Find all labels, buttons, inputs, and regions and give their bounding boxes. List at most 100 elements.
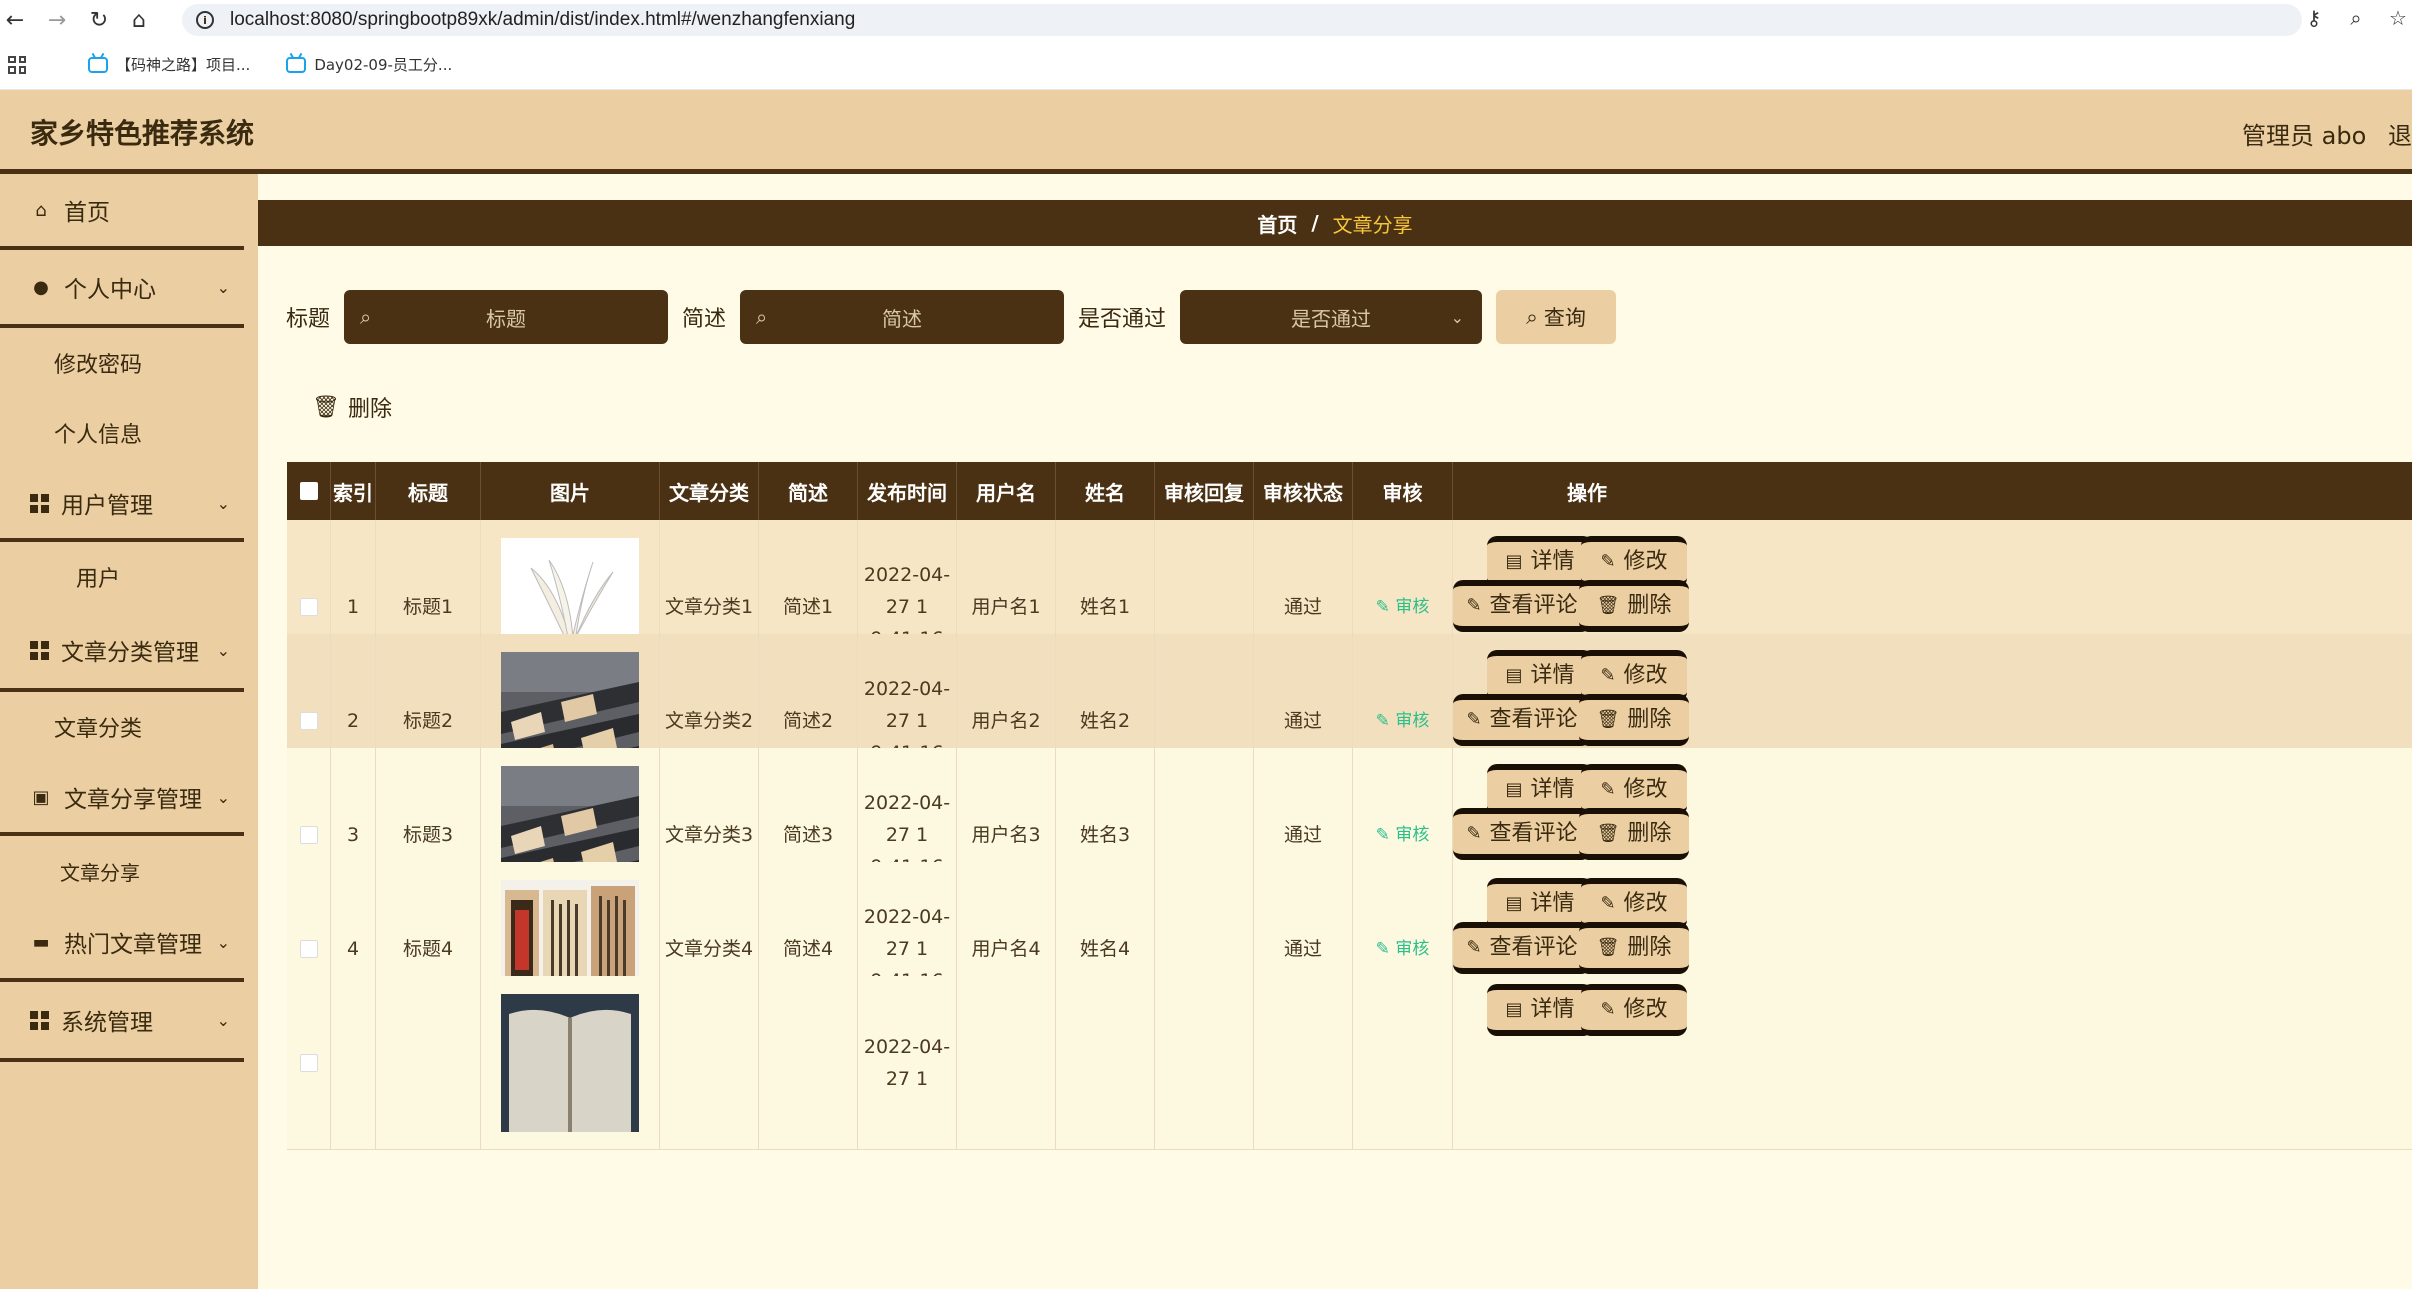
delete-button[interactable]: 🗑 删除 [1579,808,1689,860]
row-checkbox[interactable] [299,826,318,844]
cell-text: 简述3 [782,824,834,846]
sidebar-item-label: 首页 [64,200,110,226]
bookmark-item[interactable]: Day02-09-员工分... [286,54,452,75]
cell-text: 4 [346,938,360,960]
cell-text: 姓名3 [1079,824,1131,846]
audit-link[interactable]: ✎ 审核 [1376,705,1430,737]
chevron-down-icon: ⌄ [216,1010,230,1030]
forward-icon[interactable]: → [42,5,72,35]
cell-name [1056,976,1155,1150]
sidebar-item-share-mgmt[interactable]: ▣ 文章分享管理 ⌄ [0,762,244,836]
edit-icon: ✎ [1600,551,1616,572]
bookmark-star-icon[interactable]: ☆ [2384,6,2412,30]
cell-text: 通过 [1283,710,1322,732]
query-button-label: 查询 [1543,306,1586,330]
select-all-checkbox[interactable] [299,482,318,500]
column-header: 姓名 [1056,462,1155,520]
edit-icon: ✎ [1600,893,1616,914]
breadcrumb-home[interactable]: 首页 [1257,209,1297,238]
row-checkbox[interactable] [299,712,318,730]
trash-icon: 🗑 [312,394,340,420]
column-header: 发布时间 [858,462,957,520]
column-header: 图片 [481,462,660,520]
audit-link[interactable]: ✎ 审核 [1376,819,1430,851]
reload-icon[interactable]: ↻ [84,5,114,35]
delete-button[interactable]: 🗑 删除 [1579,580,1689,632]
row-checkbox[interactable] [299,598,318,616]
sidebar-item-share[interactable]: 文章分享 [0,836,258,906]
batch-delete-label: 删除 [347,397,392,422]
cell-operations: ▤ 详情 ✎ 修改 [1453,976,1721,1150]
monitor-icon: ▬ [32,931,50,953]
op-label: 详情 [1530,549,1575,574]
query-button[interactable]: ⌕ 查询 [1496,290,1617,344]
sidebar-item-label: 热门文章管理 [64,932,202,958]
batch-delete-button[interactable]: 🗑 删除 [312,384,392,430]
home-icon[interactable]: ⌂ [124,5,154,35]
op-label: 详情 [1530,777,1575,802]
cell-text: 文章分类4 [664,938,754,960]
pass-placeholder: 是否通过 [1291,306,1372,331]
apps-grid-icon[interactable] [8,55,26,74]
row-checkbox[interactable] [299,940,318,958]
time-line: 2022-04-27 1 [863,1036,951,1090]
logout-link[interactable]: 退 [2388,116,2412,151]
delete-button[interactable]: 🗑 删除 [1579,694,1689,746]
cell-publish-time: 2022-04-27 1 [858,976,957,1150]
main-content: 首页 / 文章分享 标题 ⌕ 标题 简述 ⌕ 简述 是否通过 是否通过 ⌄ ⌕ … [258,174,2412,1289]
view-comments-button[interactable]: ✎ 查看评论 [1453,694,1591,746]
cell-text: 标题3 [402,824,454,846]
password-key-icon[interactable]: ⚷ [2300,6,2328,30]
search-icon: ⌕ [1526,304,1538,329]
sidebar-item-home[interactable]: ⌂ 首页 [0,174,244,250]
cell-text: 简述2 [782,710,834,732]
sidebar-item-hot-mgmt[interactable]: ▬ 热门文章管理 ⌄ [0,906,244,982]
sidebar-item-category-mgmt[interactable]: 文章分类管理 ⌄ [0,612,244,692]
pass-select[interactable]: 是否通过 ⌄ [1180,290,1483,344]
desc-search-input[interactable]: ⌕ 简述 [740,290,1065,344]
zoom-icon[interactable]: ⌕ [2342,6,2370,30]
sidebar-item-user[interactable]: 用户 [0,542,258,612]
address-bar[interactable]: i localhost:8080/springbootp89xk/admin/d… [182,4,2302,36]
bilibili-icon [286,56,307,73]
op-label: 删除 [1627,821,1672,846]
cell-text: 简述1 [782,596,834,618]
sidebar-item-category[interactable]: 文章分类 [0,692,258,762]
audit-link[interactable]: ✎ 审核 [1376,591,1430,623]
sidebar-item-personal-info[interactable]: 个人信息 [0,398,258,468]
trash-icon: 🗑 [1596,937,1620,958]
edit-icon: ✎ [1600,779,1616,800]
audit-label: 审核 [1395,597,1430,617]
breadcrumb-separator: / [1311,211,1319,235]
pass-label: 是否通过 [1078,307,1167,332]
desc-label: 简述 [682,307,727,332]
column-header: 索引 [331,462,376,520]
bookmark-label: Day02-09-员工分... [314,56,453,74]
cell-text: 标题2 [402,710,454,732]
sidebar-item-user-mgmt[interactable]: 用户管理 ⌄ [0,468,244,542]
breadcrumb-current: 文章分享 [1332,212,1413,237]
view-comments-button[interactable]: ✎ 查看评论 [1453,922,1591,974]
view-comments-button[interactable]: ✎ 查看评论 [1453,808,1591,860]
edit-icon: ✎ [1600,999,1616,1020]
column-header: 操作 [1567,480,1607,505]
cell-text: 姓名2 [1079,710,1131,732]
cell-text: 用户名3 [971,824,1041,846]
audit-link[interactable]: ✎ 审核 [1376,933,1430,965]
sidebar-item-label: 系统管理 [61,1010,153,1036]
sidebar-item-system-mgmt[interactable]: 系统管理 ⌄ [0,982,244,1062]
sidebar-item-change-password[interactable]: 修改密码 [0,328,258,398]
view-comments-button[interactable]: ✎ 查看评论 [1453,580,1591,632]
delete-button[interactable]: 🗑 删除 [1579,922,1689,974]
back-icon[interactable]: ← [0,5,30,35]
edit-button[interactable]: ✎ 修改 [1581,984,1687,1036]
desc-placeholder: 简述 [882,306,923,331]
site-info-icon[interactable]: i [196,11,214,29]
row-checkbox[interactable] [299,1054,318,1072]
detail-button[interactable]: ▤ 详情 [1487,984,1593,1036]
cell-text: 1 [346,596,360,618]
select-all-cell [287,462,331,520]
sidebar-item-personal-center[interactable]: ● 个人中心 ⌄ [0,250,244,328]
bookmark-item[interactable]: 【码神之路】项目... [88,54,250,75]
title-search-input[interactable]: ⌕ 标题 [344,290,669,344]
